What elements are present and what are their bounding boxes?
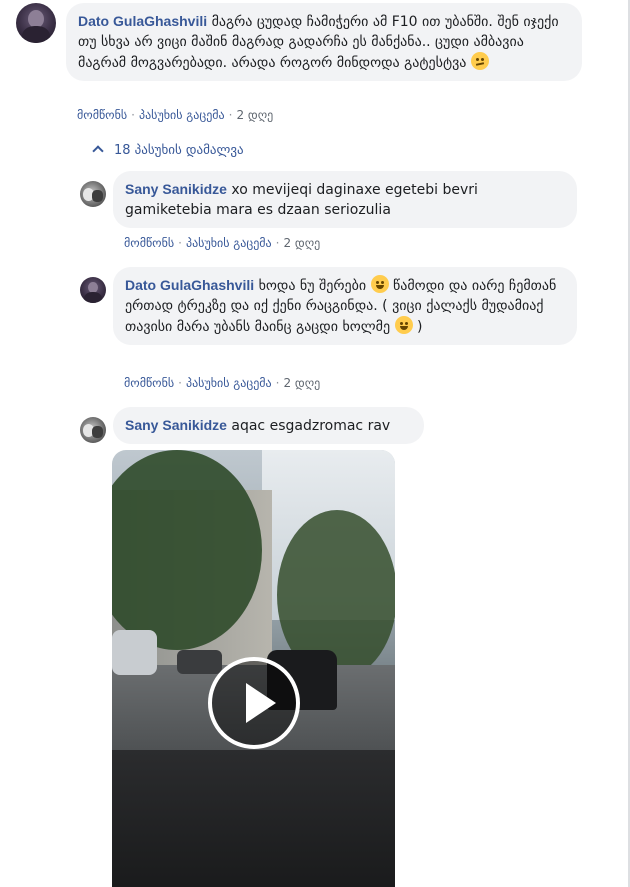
avatar-dato-gulaghashvili[interactable] — [80, 277, 106, 303]
play-icon — [246, 683, 276, 723]
reply-button[interactable]: პასუხის გაცემა — [186, 376, 272, 390]
reply-actions: მომწონს · პასუხის გაცემა · 2 დღე — [124, 376, 321, 390]
comment-time[interactable]: 2 დღე — [236, 108, 273, 122]
reply-bubble: Dato GulaGhashvili ხოდა ნუ შერები წამოდი… — [113, 267, 577, 345]
reply-author[interactable]: Dato GulaGhashvili — [125, 277, 254, 293]
video-frame-car — [112, 630, 157, 675]
like-button[interactable]: მომწონს — [124, 376, 174, 390]
comment-actions: მომწონს · პასუხის გაცემა · 2 დღე — [77, 108, 274, 122]
video-frame-car — [177, 650, 222, 674]
reply-time[interactable]: 2 დღე — [283, 376, 320, 390]
reply-text: aqac esgadzromac rav — [231, 418, 391, 434]
video-attachment[interactable] — [112, 450, 395, 887]
confused-face-emoji — [470, 52, 489, 70]
chevron-up-icon — [92, 145, 104, 157]
grinning-face-emoji — [370, 275, 389, 293]
avatar-sany-sanikidze[interactable] — [80, 181, 106, 207]
like-button[interactable]: მომწონს — [77, 108, 127, 122]
comment-bubble: Dato GulaGhashvili მაგრა ცუდად ჩამიჭერი … — [66, 3, 582, 81]
reply-author[interactable]: Sany Sanikidze — [125, 417, 227, 433]
hide-replies-label: 18 პასუხის დამალვა — [114, 143, 244, 158]
avatar-sany-sanikidze[interactable] — [80, 417, 106, 443]
like-button[interactable]: მომწონს — [124, 236, 174, 250]
reply-button[interactable]: პასუხის გაცემა — [139, 108, 225, 122]
avatar-shape — [92, 426, 104, 438]
reply-bubble: Sany Sanikidze aqac esgadzromac rav — [113, 407, 424, 444]
avatar-body — [22, 26, 50, 43]
reply-time[interactable]: 2 დღე — [283, 236, 320, 250]
avatar-dato-gulaghashvili[interactable] — [16, 3, 56, 43]
reply-actions: მომწონს · პასუხის გაცემა · 2 დღე — [124, 236, 321, 250]
reply-button[interactable]: პასუხის გაცემა — [186, 236, 272, 250]
avatar-shape — [92, 190, 104, 202]
reply-bubble: Sany Sanikidze xo mevijeqi daginaxe eget… — [113, 171, 577, 228]
play-button[interactable] — [208, 657, 300, 749]
reply-text-part1: ხოდა ნუ შერები — [258, 278, 367, 294]
tears-of-joy-emoji — [394, 316, 413, 334]
video-frame-dashboard — [112, 750, 395, 887]
avatar-body — [83, 292, 103, 303]
comment-author[interactable]: Dato GulaGhashvili — [78, 13, 207, 29]
reply-author[interactable]: Sany Sanikidze — [125, 181, 227, 197]
hide-replies-link[interactable]: 18 პასუხის დამალვა — [90, 143, 244, 158]
reply-text-part3: ) — [417, 319, 423, 335]
